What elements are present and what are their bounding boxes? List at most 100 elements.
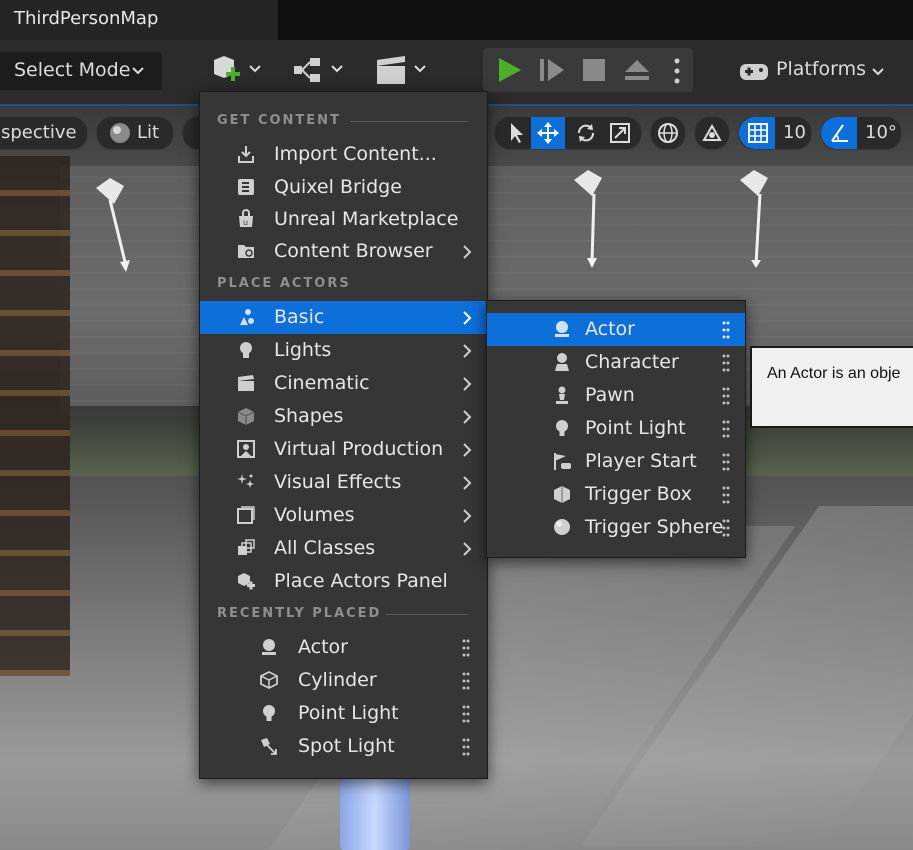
character-icon — [555, 353, 569, 371]
menu-item-label: Import Content... — [274, 143, 437, 165]
drag-handle-icon[interactable] — [462, 639, 470, 657]
blueprint-icon[interactable] — [292, 54, 348, 88]
menu-item-basic[interactable]: Basic — [200, 301, 487, 334]
drag-handle-icon[interactable] — [462, 672, 470, 690]
submenu-item-actor[interactable]: Actor — [487, 313, 745, 346]
menu-item-lights[interactable]: Lights — [200, 334, 487, 367]
cylinder-icon — [260, 670, 278, 690]
menu-item-quixel-bridge[interactable]: Quixel Bridge — [200, 171, 487, 204]
trigger-sphere-icon — [554, 519, 570, 535]
virtual-production-icon — [237, 440, 255, 458]
submenu-item-label: Actor — [585, 318, 635, 340]
drag-handle-icon[interactable] — [462, 705, 470, 723]
select-cursor-icon[interactable] — [505, 121, 527, 145]
recent-item-actor[interactable]: Actor — [200, 631, 487, 664]
perspective-label: spective — [1, 122, 77, 143]
world-space-toggle[interactable] — [650, 116, 686, 150]
menu-item-label: Content Browser — [274, 240, 433, 262]
perspective-dropdown[interactable]: spective — [0, 116, 88, 150]
point-light-icon — [556, 420, 568, 436]
svg-text:u: u — [243, 218, 248, 227]
submenu-item-point-light[interactable]: Point Light — [487, 412, 745, 445]
actor-tooltip: An Actor is an obje — [750, 346, 913, 428]
spot-light-gizmo-icon[interactable] — [92, 176, 142, 276]
level-tab[interactable]: ThirdPersonMap — [0, 0, 278, 40]
player-character-mesh[interactable] — [340, 776, 410, 850]
drag-handle-icon[interactable] — [722, 486, 730, 504]
eject-icon[interactable] — [623, 58, 651, 82]
drag-handle-icon[interactable] — [722, 387, 730, 405]
surface-snap-icon — [702, 123, 722, 141]
drag-handle-icon[interactable] — [722, 321, 730, 339]
recent-item-spot-light[interactable]: Spot Light — [200, 730, 487, 763]
menu-item-shapes[interactable]: Shapes — [200, 400, 487, 433]
menu-item-volumes[interactable]: Volumes — [200, 499, 487, 532]
chevron-right-icon — [463, 377, 472, 391]
chevron-right-icon — [463, 542, 472, 556]
menu-item-virtual-production[interactable]: Virtual Production — [200, 433, 487, 466]
menu-item-cinematic[interactable]: Cinematic — [200, 367, 487, 400]
rotate-icon[interactable] — [575, 122, 597, 144]
cinematics-icon[interactable] — [375, 54, 431, 88]
menu-item-label: Cinematic — [274, 372, 370, 394]
chevron-right-icon — [463, 245, 472, 259]
menu-item-content-browser[interactable]: Content Browser — [200, 235, 487, 268]
place-actors-menu: GET CONTENT Import Content... Quixel Bri… — [199, 91, 488, 779]
move-arrows-icon — [537, 122, 559, 144]
spot-light-gizmo-icon[interactable] — [570, 168, 620, 268]
menu-item-place-actors-panel[interactable]: Place Actors Panel — [200, 565, 487, 598]
add-content-icon[interactable] — [210, 54, 266, 88]
menu-item-import-content[interactable]: Import Content... — [200, 138, 487, 171]
submenu-item-player-start[interactable]: Player Start — [487, 445, 745, 478]
divider — [386, 614, 468, 615]
platforms-label: Platforms — [776, 58, 867, 80]
submenu-item-label: Character — [585, 351, 679, 373]
step-icon[interactable] — [538, 57, 566, 83]
submenu-item-trigger-sphere[interactable]: Trigger Sphere — [487, 511, 745, 544]
recent-item-cylinder[interactable]: Cylinder — [200, 664, 487, 697]
translate-tool[interactable] — [531, 117, 565, 149]
grid-snap-control[interactable]: 10 — [738, 116, 812, 150]
basic-actors-icon — [240, 309, 254, 325]
submenu-item-trigger-box[interactable]: Trigger Box — [487, 478, 745, 511]
menu-item-unreal-marketplace[interactable]: u Unreal Marketplace — [200, 203, 487, 236]
rotation-snap-control[interactable]: 10° — [820, 116, 902, 150]
marketplace-icon: u — [239, 209, 253, 227]
menu-item-visual-effects[interactable]: Visual Effects — [200, 466, 487, 499]
select-mode-dropdown[interactable]: Select Mode — [0, 52, 162, 90]
submenu-item-pawn[interactable]: Pawn — [487, 379, 745, 412]
rotation-snap-toggle[interactable] — [821, 117, 857, 149]
stop-icon[interactable] — [582, 58, 606, 82]
menu-item-all-classes[interactable]: All Classes — [200, 532, 487, 565]
menu-item-label: Actor — [298, 636, 348, 658]
play-icon[interactable] — [495, 56, 523, 84]
title-bar: ThirdPersonMap — [0, 0, 913, 40]
view-mode-dropdown[interactable]: Lit — [96, 116, 174, 150]
trigger-box-icon — [554, 486, 570, 503]
drag-handle-icon[interactable] — [722, 354, 730, 372]
scale-icon[interactable] — [609, 122, 631, 144]
menu-item-label: Lights — [274, 339, 332, 361]
section-header-recently-placed: RECENTLY PLACED — [217, 606, 382, 621]
menu-item-label: Visual Effects — [274, 471, 402, 493]
drag-handle-icon[interactable] — [462, 738, 470, 756]
more-options-icon[interactable] — [673, 58, 681, 84]
place-actors-icon — [238, 573, 255, 590]
chevron-right-icon — [463, 311, 472, 325]
spot-light-gizmo-icon[interactable] — [736, 168, 786, 268]
surface-snapping-toggle[interactable] — [694, 116, 730, 150]
submenu-item-character[interactable]: Character — [487, 346, 745, 379]
drag-handle-icon[interactable] — [722, 420, 730, 438]
point-light-icon — [263, 705, 275, 721]
grid-snap-toggle[interactable] — [739, 117, 775, 149]
drag-handle-icon[interactable] — [722, 453, 730, 471]
recent-item-point-light[interactable]: Point Light — [200, 697, 487, 730]
submenu-item-label: Trigger Box — [585, 483, 692, 505]
actor-icon — [555, 321, 569, 337]
chevron-right-icon — [463, 344, 472, 358]
light-bulb-icon — [240, 342, 252, 358]
spot-light-icon — [261, 738, 277, 755]
chevron-right-icon — [463, 509, 472, 523]
drag-handle-icon[interactable] — [722, 519, 730, 537]
chevron-right-icon — [463, 410, 472, 424]
